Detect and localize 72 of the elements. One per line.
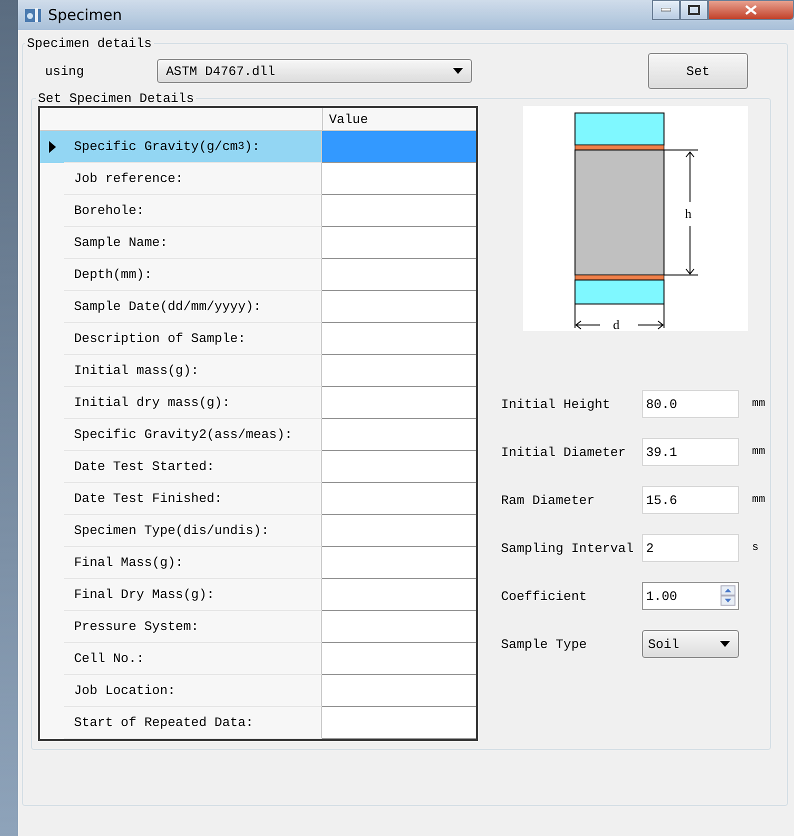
grid-row[interactable]: Cell No.: — [40, 643, 476, 675]
grid-row[interactable]: Start of Repeated Data: — [40, 707, 476, 739]
grid-row[interactable]: Job reference: — [40, 163, 476, 195]
app-icon — [24, 6, 42, 24]
number-field[interactable]: 80.0 — [642, 390, 739, 418]
grid-row[interactable]: Pressure System: — [40, 611, 476, 643]
property-label: Final Dry Mass(g): — [64, 579, 322, 611]
column-header: Value — [328, 111, 370, 129]
property-label: Depth(mm): — [64, 259, 322, 291]
grid-row[interactable]: Borehole: — [40, 195, 476, 227]
close-icon — [745, 5, 757, 15]
minimize-button[interactable] — [652, 0, 680, 20]
caret-icon — [720, 641, 730, 647]
property-label: Borehole: — [64, 195, 322, 227]
grid-row[interactable]: Specific Gravity2(ass/meas): — [40, 419, 476, 451]
property-label: Date Test Started: — [64, 451, 322, 483]
caret-icon — [453, 68, 463, 74]
using-label: using — [45, 64, 86, 78]
property-label: Date Test Finished: — [64, 483, 322, 515]
value-cell[interactable] — [322, 131, 476, 163]
property-label: Sample Name: — [64, 227, 322, 259]
unit-label: mm — [752, 494, 766, 506]
grid-row[interactable]: Sample Name: — [40, 227, 476, 259]
set-button[interactable]: Set — [648, 53, 748, 89]
grid-row[interactable]: Final Dry Mass(g): — [40, 579, 476, 611]
field-label: Sample Type — [501, 636, 588, 652]
number-field[interactable]: 2 — [642, 534, 739, 562]
unit-label: mm — [752, 398, 766, 410]
number-field[interactable]: 39.1 — [642, 438, 739, 466]
property-label: Job Location: — [64, 675, 322, 707]
dll-dropdown[interactable]: ASTM D4767.dll — [157, 59, 472, 83]
row-header[interactable] — [40, 131, 64, 163]
property-label: Job reference: — [64, 163, 322, 195]
height-label: h — [685, 206, 692, 221]
field-label: Initial Height — [501, 396, 612, 412]
maximize-button[interactable] — [680, 0, 708, 20]
property-label: Pressure System: — [64, 611, 322, 643]
grid-row[interactable]: Date Test Started: — [40, 451, 476, 483]
grid-row[interactable]: Final Mass(g): — [40, 547, 476, 579]
grid-row[interactable]: Job Location: — [40, 675, 476, 707]
maximize-icon — [688, 5, 700, 15]
property-label: Start of Repeated Data: — [64, 707, 322, 739]
field-label: Initial Diameter — [501, 444, 627, 460]
field-label: Coefficient — [501, 588, 588, 604]
property-label: Cell No.: — [64, 643, 322, 675]
property-label: Specimen Type(dis/undis): — [64, 515, 322, 547]
grid-row[interactable]: Initial dry mass(g): — [40, 387, 476, 419]
grid-row[interactable]: Sample Date(dd/mm/yyyy): — [40, 291, 476, 323]
property-label: Initial mass(g): — [64, 355, 322, 387]
diameter-label: d — [613, 317, 620, 331]
close-button[interactable] — [708, 0, 794, 20]
window-title: Specimen — [48, 6, 124, 24]
group-title: Set Specimen Details — [37, 91, 196, 106]
grid-row[interactable]: Initial mass(g): — [40, 355, 476, 387]
grid-row[interactable]: Description of Sample: — [40, 323, 476, 355]
field-label: Sampling Interval — [501, 540, 635, 556]
grid-row[interactable]: Date Test Finished: — [40, 483, 476, 515]
row-pointer-icon — [48, 141, 56, 153]
field-label: Ram Diameter — [501, 492, 596, 508]
group-title: Specimen details — [26, 36, 153, 51]
grid-row[interactable]: Specimen Type(dis/undis): — [40, 515, 476, 547]
property-label: Description of Sample: — [64, 323, 322, 355]
property-label: Final Mass(g): — [64, 547, 322, 579]
number-field[interactable]: 15.6 — [642, 486, 739, 514]
unit-label: mm — [752, 446, 766, 458]
unit-label: s — [752, 542, 759, 554]
grid-row[interactable]: Depth(mm): — [40, 259, 476, 291]
sample-type-dropdown[interactable]: Soil — [642, 630, 739, 658]
property-label: Sample Date(dd/mm/yyyy): — [64, 291, 322, 323]
property-label: Initial dry mass(g): — [64, 387, 322, 419]
minimize-icon — [661, 8, 671, 12]
property-label: Specific Gravity2(ass/meas): — [64, 419, 322, 451]
